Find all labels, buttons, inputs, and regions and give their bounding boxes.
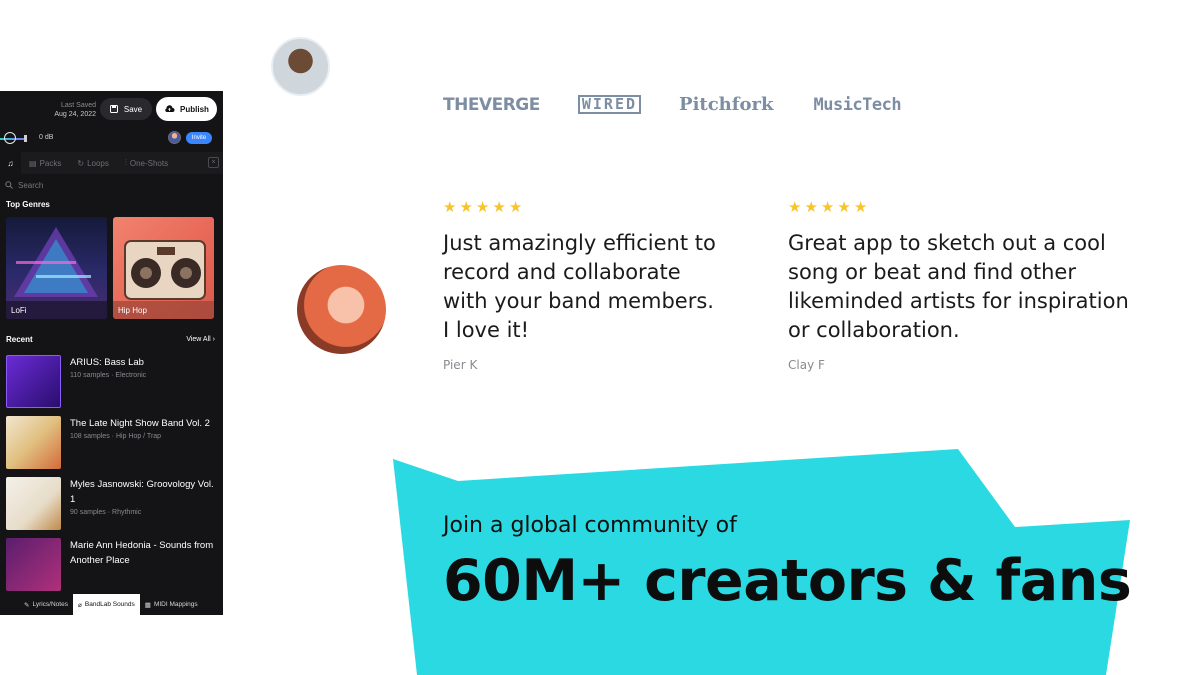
volume-readout: 0 dB: [39, 134, 54, 141]
tab-sounds[interactable]: ♫: [0, 152, 21, 174]
music-note-icon: ♫: [7, 158, 14, 168]
cloud-upload-icon: [165, 105, 175, 112]
pack-title: Myles Jasnowski: Groovology Vol. 1: [70, 479, 214, 505]
midi-icon: ▦: [144, 601, 151, 609]
star-rating: ★ ★ ★ ★ ★: [443, 200, 793, 215]
volume-knob[interactable]: [4, 132, 16, 144]
review-quote: Just amazingly efficient to record and c…: [443, 231, 716, 342]
review-card: ★ ★ ★ ★ ★ Just amazingly efficient to record…: [443, 200, 793, 373]
user-avatar-creator: [297, 265, 386, 354]
pack-title: Marie Ann Hedonia - Sounds from Another …: [70, 540, 214, 566]
user-avatar[interactable]: [168, 131, 181, 144]
search-icon: [5, 181, 13, 189]
star-icon: ★: [788, 198, 802, 216]
last-saved-date: Aug 24, 2022: [54, 111, 96, 118]
list-item[interactable]: Marie Ann Hedonia - Sounds from Another …: [0, 538, 223, 591]
star-icon: ★: [443, 198, 457, 216]
packs-icon: ▤: [29, 158, 37, 168]
musictech-logo: MusicTech: [813, 94, 902, 115]
pen-icon: ✎: [24, 601, 30, 609]
triangle-art-icon: [6, 227, 107, 319]
loop-icon: ↻: [77, 158, 85, 168]
review-quote: Great app to sketch out a cool song or b…: [788, 231, 1129, 342]
pack-meta: 108 samples · Hip Hop / Trap: [70, 433, 162, 440]
pack-cover-image: [6, 538, 61, 591]
genre-card-lofi[interactable]: LoFi: [6, 217, 107, 319]
wired-logo: WIRED: [577, 95, 642, 114]
tab-loops[interactable]: ↻ Loops: [69, 152, 117, 174]
chevron-right-icon: ›: [212, 335, 215, 343]
tab-one-shots[interactable]: ⫶ One-Shots: [117, 152, 176, 174]
genre-label-lofi: LoFi: [11, 306, 27, 315]
pack-cover-image: [6, 355, 61, 408]
invite-button[interactable]: Invite: [186, 132, 212, 144]
list-item[interactable]: ARIUS: Bass Lab 110 samples · Electronic: [0, 355, 223, 408]
tab-bandlab-sounds-label: BandLab Sounds: [84, 601, 135, 608]
star-rating: ★ ★ ★ ★ ★: [788, 200, 1138, 215]
last-saved: Last Saved Aug 24, 2022: [50, 101, 96, 119]
publish-button[interactable]: Publish: [156, 97, 217, 121]
press-logos: THEVERGE WIRED Pitchfork MusicTech: [443, 94, 902, 115]
cta-subtitle: Join a global community of: [443, 513, 737, 538]
star-icon: ★: [853, 198, 868, 216]
view-all-link[interactable]: View All ›: [186, 336, 215, 343]
tab-packs-label: Packs: [39, 158, 62, 168]
pack-cover-image: [6, 477, 61, 530]
list-item[interactable]: Myles Jasnowski: Groovology Vol. 1 90 sa…: [0, 477, 223, 530]
tab-packs[interactable]: ▤ Packs: [21, 152, 69, 174]
cta-headline: 60M+ creators & fans: [443, 548, 1132, 614]
review-author: Pier K: [443, 358, 478, 372]
boombox-art-icon: [113, 240, 214, 319]
publish-label: Publish: [180, 104, 209, 114]
genre-label-hip-hop: Hip Hop: [118, 306, 147, 315]
pack-title: ARIUS: Bass Lab: [70, 357, 144, 368]
star-icon: ★: [475, 198, 490, 216]
bandlab-logo-icon: ⌀: [77, 601, 82, 609]
save-label: Save: [123, 104, 143, 114]
star-icon: ★: [837, 198, 851, 216]
star-icon: ★: [492, 198, 506, 216]
star-icon: ★: [459, 198, 473, 216]
save-button[interactable]: Save: [100, 98, 152, 120]
tab-bandlab-sounds[interactable]: ⌀ BandLab Sounds: [72, 594, 140, 615]
meter-cap: [24, 135, 27, 142]
tab-lyrics-notes[interactable]: ✎ Lyrics/Notes: [0, 594, 73, 615]
pack-meta: 110 samples · Electronic: [70, 372, 147, 379]
waveform-icon: ⫶: [124, 158, 127, 167]
tab-lyrics-notes-label: Lyrics/Notes: [32, 601, 68, 608]
bottom-toolbar: ✎ Lyrics/Notes ⌀ BandLab Sounds ▦ MIDI M…: [0, 594, 223, 615]
tab-loops-label: Loops: [87, 158, 109, 168]
genre-grid: LoFi Hip Hop: [0, 212, 223, 319]
save-icon: [109, 105, 118, 113]
star-icon: ★: [804, 198, 818, 216]
bandlab-app-panel: Last Saved Aug 24, 2022 Save Publish 0 d…: [0, 91, 223, 615]
genre-card-hip-hop[interactable]: Hip Hop: [113, 217, 214, 319]
recent-heading: Recent: [6, 334, 33, 344]
review-author: Clay F: [788, 358, 825, 372]
search-input[interactable]: Search: [0, 174, 223, 196]
star-icon: ★: [820, 198, 835, 216]
tab-one-shots-label: One-Shots: [129, 158, 169, 168]
review-card: ★ ★ ★ ★ ★ Great app to sketch out a cool son…: [788, 200, 1138, 373]
the-verge-logo: THEVERGE: [443, 94, 540, 115]
tab-midi-mappings[interactable]: ▦ MIDI Mappings: [140, 594, 203, 615]
list-item[interactable]: The Late Night Show Band Vol. 2 108 samp…: [0, 416, 223, 469]
pack-title: The Late Night Show Band Vol. 2: [70, 418, 210, 429]
last-saved-label: Last Saved: [60, 102, 96, 109]
pitchfork-logo: Pitchfork: [679, 94, 774, 115]
user-avatar-headphones: [271, 37, 330, 96]
top-genres-heading: Top Genres: [6, 199, 50, 209]
browser-tabs: ♫ ▤ Packs ↻ Loops ⫶ One-Shots ×: [0, 152, 223, 174]
app-topbar: Last Saved Aug 24, 2022 Save Publish: [0, 91, 223, 128]
tab-midi-mappings-label: MIDI Mappings: [153, 601, 198, 608]
recent-header: Recent View All ›: [0, 331, 223, 347]
pack-meta: 90 samples · Rhythmic: [70, 509, 142, 516]
star-icon: ★: [508, 198, 523, 216]
close-panel-icon[interactable]: ×: [208, 157, 219, 168]
pack-cover-image: [6, 416, 61, 469]
mix-row: 0 dB Invite: [0, 128, 223, 152]
search-placeholder: Search: [18, 180, 44, 190]
view-all-label: View All: [186, 335, 211, 343]
